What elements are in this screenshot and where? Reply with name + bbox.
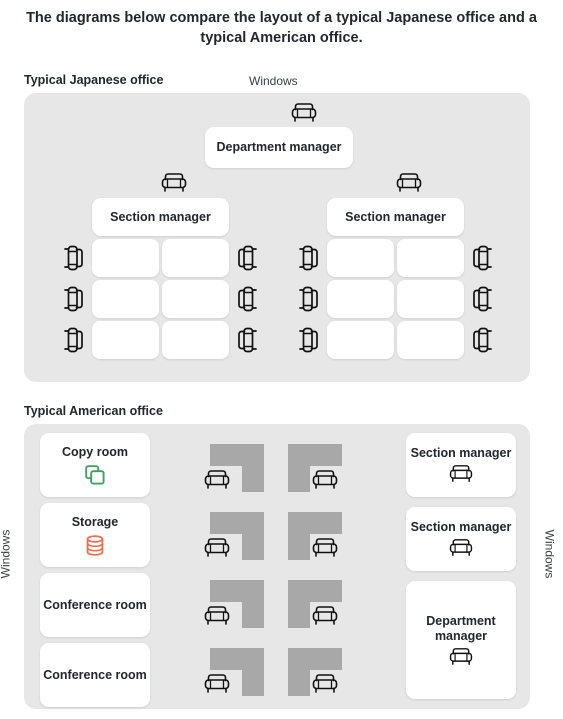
desk[interactable] [397,239,464,277]
desk[interactable] [162,280,229,318]
sofa-side-icon [472,245,494,271]
japanese-office-panel: Department manager Section manager Secti… [24,93,530,382]
section-manager-box-right[interactable]: Section manager [327,198,464,236]
conference-room-box-1[interactable]: Conference room [40,573,150,637]
sofa-icon [396,172,422,194]
conference-room-box-2[interactable]: Conference room [40,643,150,707]
desk[interactable] [397,280,464,318]
sofa-icon [449,538,473,558]
section-manager-label: Section manager [410,446,512,460]
section-manager-box-2[interactable]: Section manager [406,507,516,571]
sofa-icon [449,464,473,484]
sofa-side-icon [62,245,84,271]
sofa-side-icon [237,327,259,353]
desk[interactable] [92,280,159,318]
sofa-icon [312,469,338,491]
american-office-panel: Copy room Storage Conference room Confer… [24,424,530,709]
desk[interactable] [162,239,229,277]
sofa-icon [204,537,230,559]
sofa-side-icon [472,286,494,312]
sofa-icon [204,605,230,627]
section-manager-box-1[interactable]: Section manager [406,433,516,497]
conference-room-label: Conference room [43,597,147,612]
desk[interactable] [162,321,229,359]
windows-label-left: Windows [0,529,13,579]
sofa-icon [312,605,338,627]
sofa-icon [449,647,473,667]
department-manager-box[interactable]: Department manager [205,127,353,168]
department-manager-box[interactable]: Department manager [406,581,516,699]
section-manager-box-left[interactable]: Section manager [92,198,229,236]
storage-label: Storage [71,514,119,529]
windows-label-right: Windows [542,529,557,579]
conference-room-label: Conference room [43,667,147,682]
desk[interactable] [327,239,394,277]
sofa-side-icon [297,286,319,312]
japanese-office-caption: Typical Japanese office [24,73,164,87]
section-manager-label: Section manager [345,209,446,224]
american-office-caption: Typical American office [24,404,163,418]
sofa-icon [204,469,230,491]
windows-label-top: Windows [249,74,298,88]
sofa-side-icon [62,327,84,353]
sofa-side-icon [297,327,319,353]
section-manager-label: Section manager [110,209,211,224]
desk[interactable] [92,239,159,277]
department-manager-label: Department manager [426,613,496,643]
desk[interactable] [327,321,394,359]
sofa-icon [161,172,187,194]
page-title: The diagrams below compare the layout of… [26,10,537,46]
storage-box[interactable]: Storage [40,503,150,567]
sofa-side-icon [297,245,319,271]
sofa-icon [312,537,338,559]
sofa-icon [204,673,230,695]
sofa-side-icon [237,286,259,312]
section-manager-label: Section manager [410,520,512,534]
sofa-side-icon [237,245,259,271]
sofa-icon [312,673,338,695]
copy-room-box[interactable]: Copy room [40,433,150,497]
desk[interactable] [92,321,159,359]
sofa-icon [291,102,317,124]
copy-icon [85,465,105,485]
database-icon [85,534,105,556]
department-manager-label: Department manager [216,140,342,154]
copy-room-label: Copy room [62,445,128,459]
sofa-side-icon [472,327,494,353]
desk[interactable] [397,321,464,359]
sofa-side-icon [62,286,84,312]
desk[interactable] [327,280,394,318]
